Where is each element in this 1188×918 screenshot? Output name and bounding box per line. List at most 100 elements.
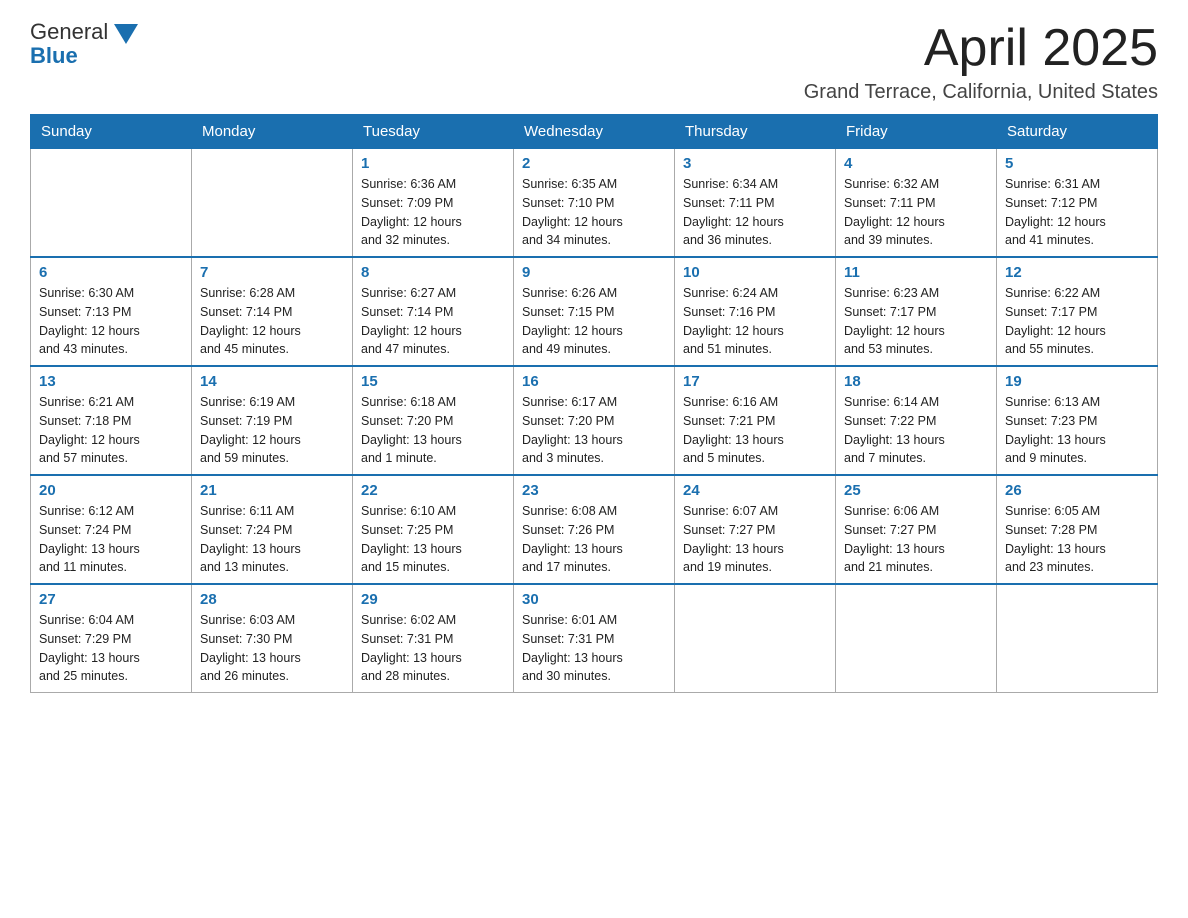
calendar-cell: 21 Sunrise: 6:11 AM Sunset: 7:24 PM Dayli… <box>192 475 353 584</box>
day-number: 4 <box>844 155 988 172</box>
calendar-cell: 16 Sunrise: 6:17 AM Sunset: 7:20 PM Dayli… <box>514 366 675 475</box>
calendar-cell: 1 Sunrise: 6:36 AM Sunset: 7:09 PM Daylig… <box>353 149 514 258</box>
day-info: Sunrise: 6:14 AM Sunset: 7:22 PM Dayligh… <box>844 393 988 468</box>
day-info: Sunrise: 6:28 AM Sunset: 7:14 PM Dayligh… <box>200 284 344 359</box>
day-info: Sunrise: 6:27 AM Sunset: 7:14 PM Dayligh… <box>361 284 505 359</box>
day-info: Sunrise: 6:32 AM Sunset: 7:11 PM Dayligh… <box>844 175 988 250</box>
day-info: Sunrise: 6:13 AM Sunset: 7:23 PM Dayligh… <box>1005 393 1149 468</box>
day-info: Sunrise: 6:12 AM Sunset: 7:24 PM Dayligh… <box>39 502 183 577</box>
day-number: 6 <box>39 264 183 281</box>
day-number: 1 <box>361 155 505 172</box>
calendar-cell: 11 Sunrise: 6:23 AM Sunset: 7:17 PM Dayli… <box>836 257 997 366</box>
calendar-week-row: 13 Sunrise: 6:21 AM Sunset: 7:18 PM Dayli… <box>31 366 1158 475</box>
calendar-header-row: SundayMondayTuesdayWednesdayThursdayFrid… <box>31 115 1158 149</box>
day-number: 15 <box>361 373 505 390</box>
day-info: Sunrise: 6:10 AM Sunset: 7:25 PM Dayligh… <box>361 502 505 577</box>
logo-general-text: General <box>30 20 108 44</box>
day-info: Sunrise: 6:11 AM Sunset: 7:24 PM Dayligh… <box>200 502 344 577</box>
calendar-cell <box>675 584 836 693</box>
calendar-cell: 12Sunrise: 6:22 AM Sunset: 7:17 PM Dayli… <box>997 257 1158 366</box>
calendar-day-header: Saturday <box>997 115 1158 149</box>
calendar-week-row: 20 Sunrise: 6:12 AM Sunset: 7:24 PM Dayli… <box>31 475 1158 584</box>
day-info: Sunrise: 6:03 AM Sunset: 7:30 PM Dayligh… <box>200 611 344 686</box>
calendar-cell: 28 Sunrise: 6:03 AM Sunset: 7:30 PM Dayli… <box>192 584 353 693</box>
calendar-cell: 17 Sunrise: 6:16 AM Sunset: 7:21 PM Dayli… <box>675 366 836 475</box>
day-info: Sunrise: 6:26 AM Sunset: 7:15 PM Dayligh… <box>522 284 666 359</box>
calendar-cell: 18 Sunrise: 6:14 AM Sunset: 7:22 PM Dayli… <box>836 366 997 475</box>
calendar-cell <box>31 149 192 258</box>
logo: General Blue <box>30 20 138 68</box>
day-info: Sunrise: 6:04 AM Sunset: 7:29 PM Dayligh… <box>39 611 183 686</box>
calendar-cell: 4 Sunrise: 6:32 AM Sunset: 7:11 PM Daylig… <box>836 149 997 258</box>
day-number: 27 <box>39 591 183 608</box>
day-number: 20 <box>39 482 183 499</box>
day-info: Sunrise: 6:18 AM Sunset: 7:20 PM Dayligh… <box>361 393 505 468</box>
day-number: 28 <box>200 591 344 608</box>
day-number: 25 <box>844 482 988 499</box>
day-number: 19 <box>1005 373 1149 390</box>
calendar-week-row: 27 Sunrise: 6:04 AM Sunset: 7:29 PM Dayli… <box>31 584 1158 693</box>
day-info: Sunrise: 6:36 AM Sunset: 7:09 PM Dayligh… <box>361 175 505 250</box>
calendar-cell: 23Sunrise: 6:08 AM Sunset: 7:26 PM Dayli… <box>514 475 675 584</box>
calendar-day-header: Friday <box>836 115 997 149</box>
calendar-cell: 9Sunrise: 6:26 AM Sunset: 7:15 PM Daylig… <box>514 257 675 366</box>
calendar-cell: 20 Sunrise: 6:12 AM Sunset: 7:24 PM Dayli… <box>31 475 192 584</box>
day-number: 24 <box>683 482 827 499</box>
day-number: 26 <box>1005 482 1149 499</box>
calendar-cell: 15 Sunrise: 6:18 AM Sunset: 7:20 PM Dayli… <box>353 366 514 475</box>
day-info: Sunrise: 6:05 AM Sunset: 7:28 PM Dayligh… <box>1005 502 1149 577</box>
day-info: Sunrise: 6:21 AM Sunset: 7:18 PM Dayligh… <box>39 393 183 468</box>
calendar-week-row: 6Sunrise: 6:30 AM Sunset: 7:13 PM Daylig… <box>31 257 1158 366</box>
calendar-day-header: Tuesday <box>353 115 514 149</box>
day-number: 30 <box>522 591 666 608</box>
day-info: Sunrise: 6:24 AM Sunset: 7:16 PM Dayligh… <box>683 284 827 359</box>
day-number: 10 <box>683 264 827 281</box>
calendar-cell: 30Sunrise: 6:01 AM Sunset: 7:31 PM Dayli… <box>514 584 675 693</box>
calendar-table: SundayMondayTuesdayWednesdayThursdayFrid… <box>30 114 1158 693</box>
calendar-cell: 10 Sunrise: 6:24 AM Sunset: 7:16 PM Dayli… <box>675 257 836 366</box>
day-info: Sunrise: 6:34 AM Sunset: 7:11 PM Dayligh… <box>683 175 827 250</box>
day-info: Sunrise: 6:35 AM Sunset: 7:10 PM Dayligh… <box>522 175 666 250</box>
calendar-cell: 5Sunrise: 6:31 AM Sunset: 7:12 PM Daylig… <box>997 149 1158 258</box>
day-info: Sunrise: 6:16 AM Sunset: 7:21 PM Dayligh… <box>683 393 827 468</box>
day-number: 21 <box>200 482 344 499</box>
day-number: 2 <box>522 155 666 172</box>
day-number: 5 <box>1005 155 1149 172</box>
calendar-cell: 3 Sunrise: 6:34 AM Sunset: 7:11 PM Daylig… <box>675 149 836 258</box>
day-number: 29 <box>361 591 505 608</box>
calendar-day-header: Sunday <box>31 115 192 149</box>
day-number: 8 <box>361 264 505 281</box>
calendar-cell: 29Sunrise: 6:02 AM Sunset: 7:31 PM Dayli… <box>353 584 514 693</box>
day-info: Sunrise: 6:07 AM Sunset: 7:27 PM Dayligh… <box>683 502 827 577</box>
calendar-cell: 8 Sunrise: 6:27 AM Sunset: 7:14 PM Daylig… <box>353 257 514 366</box>
day-info: Sunrise: 6:17 AM Sunset: 7:20 PM Dayligh… <box>522 393 666 468</box>
day-number: 13 <box>39 373 183 390</box>
title-section: April 2025 Grand Terrace, California, Un… <box>804 20 1158 104</box>
logo-blue-text: Blue <box>30 43 78 68</box>
calendar-day-header: Wednesday <box>514 115 675 149</box>
calendar-cell: 24 Sunrise: 6:07 AM Sunset: 7:27 PM Dayli… <box>675 475 836 584</box>
day-number: 17 <box>683 373 827 390</box>
day-number: 22 <box>361 482 505 499</box>
day-number: 18 <box>844 373 988 390</box>
calendar-day-header: Monday <box>192 115 353 149</box>
calendar-cell <box>997 584 1158 693</box>
day-number: 11 <box>844 264 988 281</box>
calendar-cell: 2 Sunrise: 6:35 AM Sunset: 7:10 PM Daylig… <box>514 149 675 258</box>
month-title: April 2025 <box>804 20 1158 77</box>
day-number: 7 <box>200 264 344 281</box>
calendar-cell <box>836 584 997 693</box>
day-number: 14 <box>200 373 344 390</box>
day-info: Sunrise: 6:22 AM Sunset: 7:17 PM Dayligh… <box>1005 284 1149 359</box>
calendar-cell: 14 Sunrise: 6:19 AM Sunset: 7:19 PM Dayli… <box>192 366 353 475</box>
location-title: Grand Terrace, California, United States <box>804 81 1158 104</box>
day-number: 3 <box>683 155 827 172</box>
calendar-cell: 27 Sunrise: 6:04 AM Sunset: 7:29 PM Dayli… <box>31 584 192 693</box>
calendar-cell: 26 Sunrise: 6:05 AM Sunset: 7:28 PM Dayli… <box>997 475 1158 584</box>
logo-triangle-icon <box>114 24 138 44</box>
day-info: Sunrise: 6:08 AM Sunset: 7:26 PM Dayligh… <box>522 502 666 577</box>
day-info: Sunrise: 6:23 AM Sunset: 7:17 PM Dayligh… <box>844 284 988 359</box>
day-info: Sunrise: 6:19 AM Sunset: 7:19 PM Dayligh… <box>200 393 344 468</box>
day-number: 16 <box>522 373 666 390</box>
calendar-cell: 19 Sunrise: 6:13 AM Sunset: 7:23 PM Dayli… <box>997 366 1158 475</box>
